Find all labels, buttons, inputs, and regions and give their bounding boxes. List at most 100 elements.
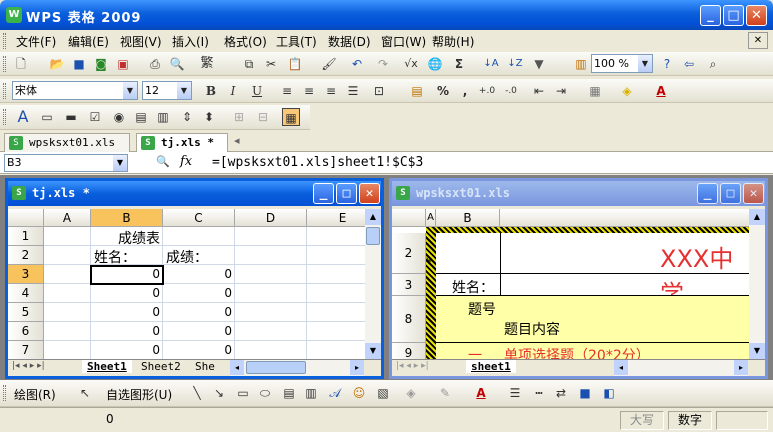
rectangle-icon[interactable]: ▭ xyxy=(234,384,252,402)
redo-icon[interactable]: ↷ xyxy=(374,55,392,73)
row-header[interactable]: 1 xyxy=(8,227,44,246)
menu-data[interactable]: 数据(D) xyxy=(328,33,371,50)
close-button[interactable]: ✕ xyxy=(746,5,767,26)
sheet-tab-1[interactable]: Sheet1 xyxy=(82,360,132,373)
new-icon[interactable]: 🗋 xyxy=(12,55,30,73)
maximize-button[interactable]: □ xyxy=(336,183,357,204)
comma-icon[interactable]: , xyxy=(456,82,474,100)
zoom-formula-icon[interactable]: 🔍 xyxy=(156,155,170,168)
textbox-icon[interactable]: ▤ xyxy=(280,384,298,402)
scrollbar-control-icon[interactable]: ⬍ xyxy=(200,108,218,126)
shadow-icon[interactable]: ■ xyxy=(576,384,594,402)
minimize-button[interactable]: _ xyxy=(313,183,334,204)
save-icon[interactable]: ■ xyxy=(70,55,88,73)
label-control-icon[interactable]: A xyxy=(14,108,32,126)
select-pointer-icon[interactable]: ↖ xyxy=(76,384,94,402)
radio-control-icon[interactable]: ◉ xyxy=(110,108,128,126)
row-header[interactable]: 9 xyxy=(392,343,426,359)
underline-icon[interactable]: U xyxy=(248,82,266,100)
line-icon[interactable]: ╲ xyxy=(188,384,206,402)
cell-b7[interactable]: 0 xyxy=(90,343,160,357)
horizontal-scrollbar[interactable]: ◂ ▸ xyxy=(230,360,364,376)
checkbox-control-icon[interactable]: ☑ xyxy=(86,108,104,126)
arrow-style-icon[interactable]: ⇄ xyxy=(552,384,570,402)
menu-insert[interactable]: 插入(I) xyxy=(172,33,209,50)
menu-view[interactable]: 视图(V) xyxy=(120,33,162,50)
sheet-grid[interactable]: A B 2 3 8 9 ¥ XXX中学 姓名： 题号 题目内容 一 单项选择题（… xyxy=(392,209,749,359)
row-header[interactable]: 6 xyxy=(8,322,44,341)
font-size-select[interactable]: 12 ▼ xyxy=(142,81,192,100)
tab-wpsksxt01[interactable]: Swpsksxt01.xls xyxy=(4,133,130,152)
menu-help[interactable]: 帮助(H) xyxy=(432,33,474,50)
select-all-corner[interactable] xyxy=(8,209,44,227)
traditional-chinese-icon[interactable]: 繁 xyxy=(198,55,216,73)
sheet-tab-2[interactable]: Sheet2 xyxy=(136,360,186,373)
pdf-icon[interactable]: ▣ xyxy=(114,55,132,73)
menu-tools[interactable]: 工具(T) xyxy=(276,33,317,50)
combobox-control-icon[interactable]: ▥ xyxy=(154,108,172,126)
line-style-icon[interactable]: ☰ xyxy=(506,384,524,402)
close-button[interactable]: ✕ xyxy=(359,183,380,204)
hyperlink-icon[interactable]: 🌐 xyxy=(426,55,444,73)
increase-indent-icon[interactable]: ⇥ xyxy=(552,82,570,100)
picture-icon[interactable]: ▧ xyxy=(374,384,392,402)
open-icon[interactable]: 📂 xyxy=(48,55,66,73)
cell-c7[interactable]: 0 xyxy=(162,343,232,357)
export-icon[interactable]: ◙ xyxy=(92,55,110,73)
sort-ascending-icon[interactable]: ↓A xyxy=(482,55,500,73)
menu-file[interactable]: 文件(F) xyxy=(16,33,56,50)
cell-b4[interactable]: 0 xyxy=(90,286,160,300)
sheet-nav-icon[interactable]: |◂ ◂ ▸ ▸| xyxy=(396,361,429,371)
listbox-control-icon[interactable]: ▤ xyxy=(132,108,150,126)
cell-row9-a[interactable]: 一 xyxy=(468,345,482,359)
row-header[interactable]: 7 xyxy=(8,341,44,359)
undo-icon[interactable]: ↶ xyxy=(348,55,366,73)
borders-icon[interactable]: ▦ xyxy=(586,82,604,100)
filter-icon[interactable]: ▼ xyxy=(530,55,548,73)
control-props-icon[interactable]: ⊞ xyxy=(230,108,248,126)
print-icon[interactable]: ⎙ xyxy=(146,55,164,73)
minimize-button[interactable]: _ xyxy=(700,5,721,26)
formula-input[interactable]: =[wpsksxt01.xls]sheet1!$C$3 xyxy=(212,155,423,170)
row-header[interactable]: 2 xyxy=(8,246,44,265)
row-header[interactable]: 5 xyxy=(8,303,44,322)
cell-c3[interactable]: 0 xyxy=(162,267,232,281)
cell-b1[interactable]: 成绩表 xyxy=(118,228,160,248)
menu-close-doc-icon[interactable]: ✕ xyxy=(748,32,768,49)
scroll-right-icon[interactable]: ▸ xyxy=(350,360,364,375)
align-right-icon[interactable]: ≡ xyxy=(322,82,340,100)
cell-row9-b[interactable]: 单项选择题（20*2分） xyxy=(504,345,650,359)
chart-icon[interactable]: ▥ xyxy=(572,55,590,73)
font-select[interactable]: 宋体 ▼ xyxy=(12,81,138,100)
code-icon[interactable]: ⊟ xyxy=(254,108,272,126)
scroll-up-icon[interactable]: ▲ xyxy=(749,209,765,225)
scroll-right-icon[interactable]: ▸ xyxy=(734,360,748,375)
row-header[interactable]: 2 xyxy=(392,233,426,274)
3d-icon[interactable]: ◧ xyxy=(600,384,618,402)
cell-q-content[interactable]: 题目内容 xyxy=(504,319,560,339)
wordart-icon[interactable]: 𝒜 xyxy=(326,384,344,402)
sheet-nav-icon[interactable]: |◂ ◂ ▸ ▸| xyxy=(12,361,45,371)
button-control-icon[interactable]: ▬ xyxy=(62,108,80,126)
vertical-scrollbar[interactable]: ▲ ▼ xyxy=(749,209,765,359)
decrease-indent-icon[interactable]: ⇤ xyxy=(530,82,548,100)
autoshape-menu-button[interactable]: 自选图形(U) xyxy=(106,386,172,403)
grid-toggle-icon[interactable]: ▦ xyxy=(282,108,300,126)
menu-edit[interactable]: 编辑(E) xyxy=(68,33,109,50)
column-header[interactable]: B xyxy=(436,209,500,227)
percent-icon[interactable]: % xyxy=(434,82,452,100)
dash-style-icon[interactable]: ┅ xyxy=(530,384,548,402)
print-preview-icon[interactable]: 🔍 xyxy=(168,55,186,73)
cell-b5[interactable]: 0 xyxy=(90,305,160,319)
column-header[interactable]: D xyxy=(235,209,307,227)
copy-format-icon[interactable]: ⧉ xyxy=(240,55,258,73)
zoom-select[interactable]: 100 % ▼ xyxy=(591,54,653,73)
tab-tj[interactable]: Stj.xls * xyxy=(136,133,228,152)
sheet-grid[interactable]: A B C D E 1 2 3 4 5 6 7 成绩表 姓名： 成绩： 0 0 … xyxy=(8,209,365,359)
increase-decimal-icon[interactable]: +.0 xyxy=(478,82,496,100)
column-header[interactable]: A xyxy=(426,209,436,227)
scroll-down-icon[interactable]: ▼ xyxy=(365,343,381,359)
column-header[interactable]: E xyxy=(307,209,365,227)
cell-q-no[interactable]: 题号 xyxy=(468,299,496,319)
sheet-tab-1[interactable]: sheet1 xyxy=(466,360,516,373)
